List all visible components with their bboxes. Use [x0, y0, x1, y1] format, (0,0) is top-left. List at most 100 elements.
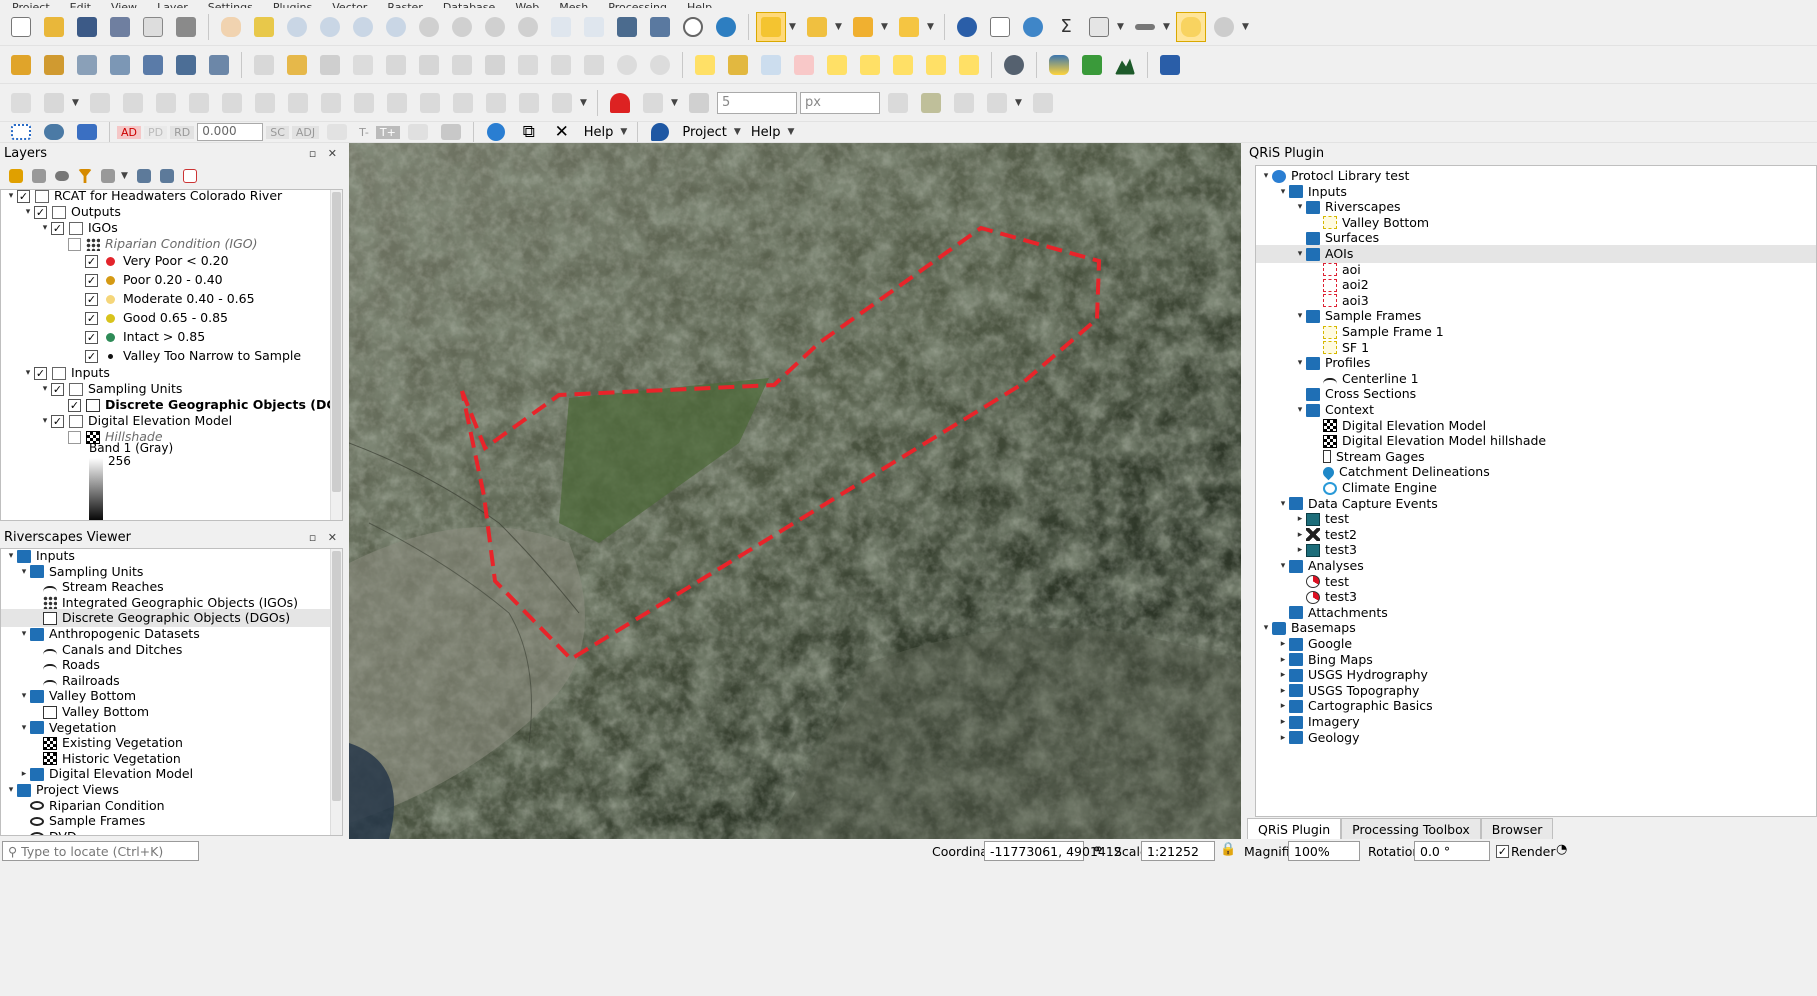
self-snap-icon[interactable] [982, 88, 1012, 118]
reshape-icon[interactable] [316, 88, 346, 118]
modify-attributes-icon[interactable] [447, 50, 477, 80]
layer-row[interactable]: ✓ Intact > 0.85 [1, 328, 330, 346]
layer-checkbox[interactable]: ✓ [51, 382, 64, 396]
layer-checkbox[interactable]: ✓ [85, 330, 98, 344]
show-labels-icon[interactable] [855, 50, 885, 80]
move-label-icon[interactable] [888, 50, 918, 80]
zoom-next-icon[interactable] [513, 12, 543, 42]
blank-tool-icon[interactable] [403, 122, 433, 142]
adj-button[interactable]: ADJ [291, 125, 320, 139]
save-as-icon[interactable] [105, 12, 135, 42]
add-feature-icon[interactable] [381, 50, 411, 80]
panel-controls-icon[interactable]: ▫ ✕ [309, 531, 341, 544]
rotate-feature-icon[interactable] [85, 88, 115, 118]
data-source-manager-icon[interactable] [6, 50, 36, 80]
search-icon[interactable] [1209, 12, 1239, 42]
label-abc-icon[interactable] [690, 50, 720, 80]
trace-icon[interactable] [883, 88, 913, 118]
chevron-down-icon[interactable]: ▼ [1242, 22, 1252, 32]
tab-browser[interactable]: Browser [1480, 818, 1554, 840]
open-project-icon[interactable] [39, 12, 69, 42]
plugin-globe-icon[interactable] [999, 50, 1029, 80]
add-ring-icon[interactable] [151, 88, 181, 118]
render-checkbox[interactable]: ✓ [1496, 845, 1509, 858]
digitize-shape-icon[interactable] [6, 88, 36, 118]
statistics-sigma-icon[interactable]: Σ [1051, 12, 1081, 42]
chevron-down-icon[interactable]: ▼ [1117, 22, 1127, 32]
tab-processing-toolbox[interactable]: Processing Toolbox [1341, 818, 1481, 840]
change-label-icon[interactable] [954, 50, 984, 80]
label-abc-blue-icon[interactable] [756, 50, 786, 80]
offset-curve-icon[interactable] [349, 88, 379, 118]
qris-row[interactable]: ▸ Geology [1256, 729, 1816, 747]
select-location-icon[interactable] [894, 12, 924, 42]
open-external-icon[interactable]: ⧉ [514, 122, 544, 142]
extents-toggle-icon[interactable]: ⚭ [1092, 842, 1104, 858]
vertex-tool-icon[interactable] [414, 50, 444, 80]
layer-row[interactable]: ✓ Good 0.65 - 0.85 [1, 309, 330, 327]
layer-checkbox[interactable]: ✓ [85, 311, 98, 325]
snap-vertex-icon[interactable] [638, 88, 668, 118]
zoom-full-icon[interactable] [381, 12, 411, 42]
measure-icon[interactable] [1130, 12, 1160, 42]
pin-labels-icon[interactable] [822, 50, 852, 80]
copy-icon[interactable] [546, 50, 576, 80]
sc-button[interactable]: SC [266, 125, 289, 139]
grid-icon[interactable] [72, 122, 102, 142]
coordinate-field[interactable]: -11773061, 4901412 [984, 841, 1122, 861]
viewer-row[interactable]: DVD [1, 828, 330, 835]
scrollbar[interactable] [330, 549, 342, 835]
blank-tool-icon[interactable] [322, 122, 352, 142]
t-plus-button[interactable]: T+ [375, 125, 400, 139]
style-brush-icon[interactable] [6, 163, 26, 189]
rd-button[interactable]: RD [170, 125, 195, 139]
t-minus-button[interactable]: T- [355, 126, 373, 139]
chevron-down-icon[interactable]: ▼ [671, 98, 681, 108]
add-part-icon[interactable] [184, 88, 214, 118]
save-project-icon[interactable] [72, 12, 102, 42]
rotation-field[interactable]: 0.0 ° [1414, 841, 1490, 861]
plugin-reload-icon[interactable] [1077, 50, 1107, 80]
style-manager-icon[interactable] [171, 12, 201, 42]
zoom-last-icon[interactable] [480, 12, 510, 42]
chevron-down-icon[interactable]: ▼ [72, 98, 82, 108]
add-delimited-text-icon[interactable] [138, 50, 168, 80]
image-tool-icon[interactable] [436, 122, 466, 142]
map-tips-icon[interactable] [1176, 11, 1206, 42]
settings-gear-icon[interactable] [1018, 12, 1048, 42]
gear-icon[interactable] [39, 122, 69, 142]
delete-part-icon[interactable] [283, 88, 313, 118]
layer-checkbox[interactable]: ✓ [34, 205, 47, 219]
bookmark-icon[interactable] [612, 12, 642, 42]
intersection-icon[interactable] [949, 88, 979, 118]
rotate-label-icon[interactable] [921, 50, 951, 80]
chevron-down-icon[interactable]: ▼ [789, 22, 799, 32]
label-abc-red-icon[interactable] [789, 50, 819, 80]
remove-layer-icon[interactable] [180, 163, 200, 189]
project-menu-button[interactable]: Project [678, 125, 730, 140]
layer-checkbox[interactable]: ✓ [51, 221, 64, 235]
filter-icon[interactable] [75, 163, 95, 189]
temporal-controller-icon[interactable] [678, 12, 708, 42]
layer-row[interactable]: ✓ Poor 0.20 - 0.40 [1, 271, 330, 289]
refresh-icon[interactable] [711, 12, 741, 42]
new-project-icon[interactable] [6, 12, 36, 42]
add-mesh-icon[interactable] [171, 50, 201, 80]
pan-to-selection-icon[interactable] [249, 12, 279, 42]
zoom-out-icon[interactable] [315, 12, 345, 42]
zoom-in-icon[interactable] [282, 12, 312, 42]
layer-row[interactable]: ✓ Very Poor < 0.20 [1, 252, 330, 270]
rs-globe-icon[interactable] [481, 122, 511, 142]
rotate-symbol-icon[interactable] [514, 88, 544, 118]
chevron-down-icon[interactable]: ▼ [580, 98, 590, 108]
cut-icon[interactable] [513, 50, 543, 80]
expand-all-icon[interactable] [134, 163, 154, 189]
add-group-icon[interactable] [29, 163, 49, 189]
attribute-table-icon[interactable] [985, 12, 1015, 42]
new-geopackage-icon[interactable] [39, 50, 69, 80]
layer-checkbox[interactable]: ✓ [85, 254, 98, 268]
help-menu-button[interactable]: Help [580, 125, 618, 140]
python-icon[interactable] [1044, 50, 1074, 80]
chevron-down-icon[interactable]: ▼ [788, 127, 798, 137]
layer-checkbox[interactable]: ✓ [68, 398, 81, 412]
